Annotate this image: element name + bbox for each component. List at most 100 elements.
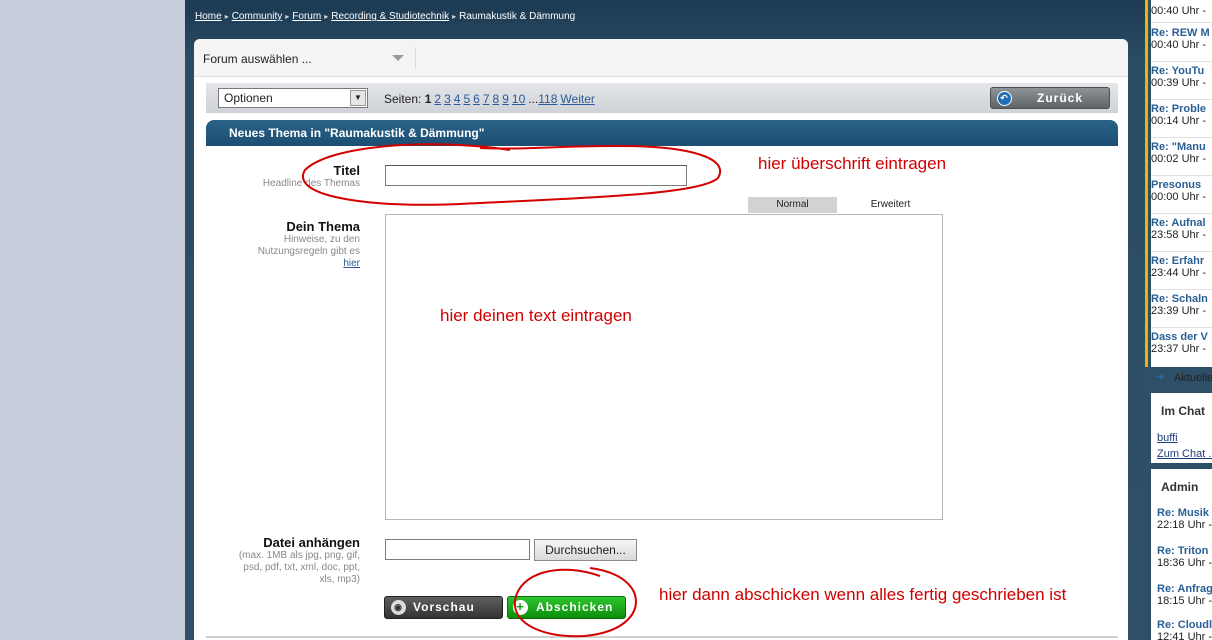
feed-item[interactable]: Re: Musik 22:18 Uhr - xyxy=(1157,507,1212,531)
page-link[interactable]: 10 xyxy=(512,92,525,106)
feed-item[interactable]: Re: Anfrag 18:15 Uhr - xyxy=(1157,583,1212,607)
page-link[interactable]: 2 xyxy=(434,92,441,106)
divider xyxy=(1151,99,1212,100)
options-select[interactable]: Optionen ▼ xyxy=(218,88,368,108)
page-link[interactable]: 6 xyxy=(473,92,480,106)
feed-item-title[interactable]: Re: Aufnal xyxy=(1151,217,1212,229)
divider xyxy=(1151,22,1212,23)
feed-item-title[interactable]: Re: Anfrag xyxy=(1157,583,1212,595)
feed-item-title[interactable]: Re: REW M xyxy=(1151,27,1212,39)
forum-select-row[interactable]: Forum auswählen ... xyxy=(194,39,1128,77)
divider xyxy=(1151,61,1212,62)
chat-user-link[interactable]: buffi xyxy=(1157,432,1212,444)
topic-label-block: Dein Thema Hinweise, zu den Nutzungsrege… xyxy=(194,219,360,270)
feed-item-title[interactable]: Re: "Manu xyxy=(1151,141,1212,153)
file-input[interactable] xyxy=(385,539,530,560)
feed-item[interactable]: Re: YouTu 00:39 Uhr - xyxy=(1151,65,1212,89)
feed-item-time: 00:39 Uhr - xyxy=(1151,77,1207,89)
chat-link[interactable]: Zum Chat ... xyxy=(1157,448,1212,460)
file-sublabel-2: psd, pdf, txt, xml, doc, ppt, xyxy=(243,562,360,573)
preview-button[interactable]: ◉ Vorschau xyxy=(384,596,503,619)
page-link[interactable]: 8 xyxy=(493,92,500,106)
page-link[interactable]: 7 xyxy=(483,92,490,106)
feed-item-time: 18:36 Uhr - xyxy=(1157,557,1212,569)
page-link[interactable]: 4 xyxy=(454,92,461,106)
annotation-text-note: hier deinen text eintragen xyxy=(440,306,632,325)
feed-item-title[interactable]: Re: Triton xyxy=(1157,545,1212,557)
tab-normal[interactable]: Normal xyxy=(748,197,837,213)
breadcrumb-sep-icon: ▸ xyxy=(324,12,329,21)
options-select-value: Optionen xyxy=(224,91,273,105)
topic-sublabel-1: Hinweise, zu den xyxy=(283,234,360,245)
title-label-block: Titel Headline des Themas xyxy=(194,163,360,190)
divider xyxy=(1151,213,1212,214)
breadcrumb-sep-icon: ▸ xyxy=(452,12,457,21)
breadcrumb-home[interactable]: Home xyxy=(195,11,222,22)
feed-item[interactable]: Re: Proble 00:14 Uhr - xyxy=(1151,103,1212,127)
feed-item-time: 23:39 Uhr - xyxy=(1151,305,1207,317)
feed-item[interactable]: 00:40 Uhr - xyxy=(1151,5,1212,17)
feed-item-title[interactable]: Re: Proble xyxy=(1151,103,1212,115)
feed-item[interactable]: Re: Cloudl 12:41 Uhr - xyxy=(1157,619,1212,640)
forum-select[interactable]: Forum auswählen ... xyxy=(203,52,312,66)
feed-item-time: 23:58 Uhr - xyxy=(1151,229,1207,241)
feed-item[interactable]: Dass der V 23:37 Uhr - xyxy=(1151,331,1212,355)
feed-item-time: 22:18 Uhr - xyxy=(1157,519,1212,531)
breadcrumb: Home ▸ Community ▸ Forum ▸ Recording & Studiot… xyxy=(195,11,575,22)
next-page-link[interactable]: Weiter xyxy=(560,92,594,106)
admin-panel: Admin Re: Musik 22:18 Uhr - Re: Triton 1… xyxy=(1151,469,1212,640)
page-link-last[interactable]: 118 xyxy=(538,92,557,106)
main-area: Home ▸ Community ▸ Forum ▸ Recording & Studiot… xyxy=(185,0,1145,640)
admin-panel-heading: Admin xyxy=(1155,475,1212,497)
page-link[interactable]: 5 xyxy=(463,92,470,106)
dropdown-arrow-icon[interactable]: ▼ xyxy=(350,90,366,106)
divider xyxy=(1151,327,1212,328)
current-posts-link[interactable]: ➜ Aktuelle xyxy=(1156,372,1212,384)
breadcrumb-recording[interactable]: Recording & Studiotechnik xyxy=(331,11,449,22)
file-label-block: Datei anhängen (max. 1MB als jpg, png, g… xyxy=(194,535,360,586)
feed-item[interactable]: Re: Aufnal 23:58 Uhr - xyxy=(1151,217,1212,241)
rules-link[interactable]: hier xyxy=(343,258,360,269)
page-current: 1 xyxy=(424,92,432,106)
feed-item-time: 00:40 Uhr - xyxy=(1151,39,1207,51)
feed-item-title[interactable]: Presonus xyxy=(1151,179,1212,191)
feed-item-title[interactable]: Dass der V xyxy=(1151,331,1212,343)
breadcrumb-community[interactable]: Community xyxy=(232,11,283,22)
chat-panel-heading: Im Chat xyxy=(1155,399,1212,421)
feed-item[interactable]: Presonus 00:00 Uhr - xyxy=(1151,179,1212,203)
title-label: Titel xyxy=(333,163,361,178)
feed-item-title[interactable]: Re: YouTu xyxy=(1151,65,1212,77)
preview-button-label: Vorschau xyxy=(413,600,475,614)
submit-button-label: Abschicken xyxy=(536,600,614,614)
feed-item[interactable]: Re: "Manu 00:02 Uhr - xyxy=(1151,141,1212,165)
title-input[interactable] xyxy=(385,165,687,186)
submit-button[interactable]: + Abschicken xyxy=(507,596,626,619)
browse-button[interactable]: Durchsuchen... xyxy=(534,539,637,561)
topic-sublabel-2: Nutzungsregeln gibt es xyxy=(257,246,360,257)
left-margin xyxy=(0,0,185,640)
feed-item[interactable]: Re: Schaln 23:39 Uhr - xyxy=(1151,293,1212,317)
feed-item-title[interactable]: Re: Erfahr xyxy=(1151,255,1212,267)
annotation-submit-note: hier dann abschicken wenn alles fertig g… xyxy=(659,585,1067,604)
divider xyxy=(1151,251,1212,252)
breadcrumb-forum[interactable]: Forum xyxy=(292,11,321,22)
breadcrumb-sep-icon: ▸ xyxy=(224,12,229,21)
current-posts-label: Aktuelle xyxy=(1174,372,1212,384)
feed-item[interactable]: Re: REW M 00:40 Uhr - xyxy=(1151,27,1212,51)
chevron-down-icon[interactable] xyxy=(392,55,404,61)
tab-extended[interactable]: Erweitert xyxy=(846,197,935,213)
topic-label: Dein Thema xyxy=(286,219,360,234)
feed-item[interactable]: Re: Triton 18:36 Uhr - xyxy=(1157,545,1212,569)
page-link[interactable]: 3 xyxy=(444,92,451,106)
topic-textarea[interactable] xyxy=(385,214,943,520)
file-sublabel-1: (max. 1MB als jpg, png, gif, xyxy=(238,550,360,561)
page-link[interactable]: 9 xyxy=(502,92,509,106)
pages-label: Seiten: xyxy=(384,92,422,106)
back-button[interactable]: ↶ Zurück xyxy=(990,87,1110,109)
title-sublabel: Headline des Themas xyxy=(262,178,360,189)
feed-item-title[interactable]: Re: Musik xyxy=(1157,507,1212,519)
feed-item-title[interactable]: Re: Cloudl xyxy=(1157,619,1212,631)
feed-item-title[interactable]: Re: Schaln xyxy=(1151,293,1212,305)
feed-item-time: 00:02 Uhr - xyxy=(1151,153,1207,165)
feed-item[interactable]: Re: Erfahr 23:44 Uhr - xyxy=(1151,255,1212,279)
